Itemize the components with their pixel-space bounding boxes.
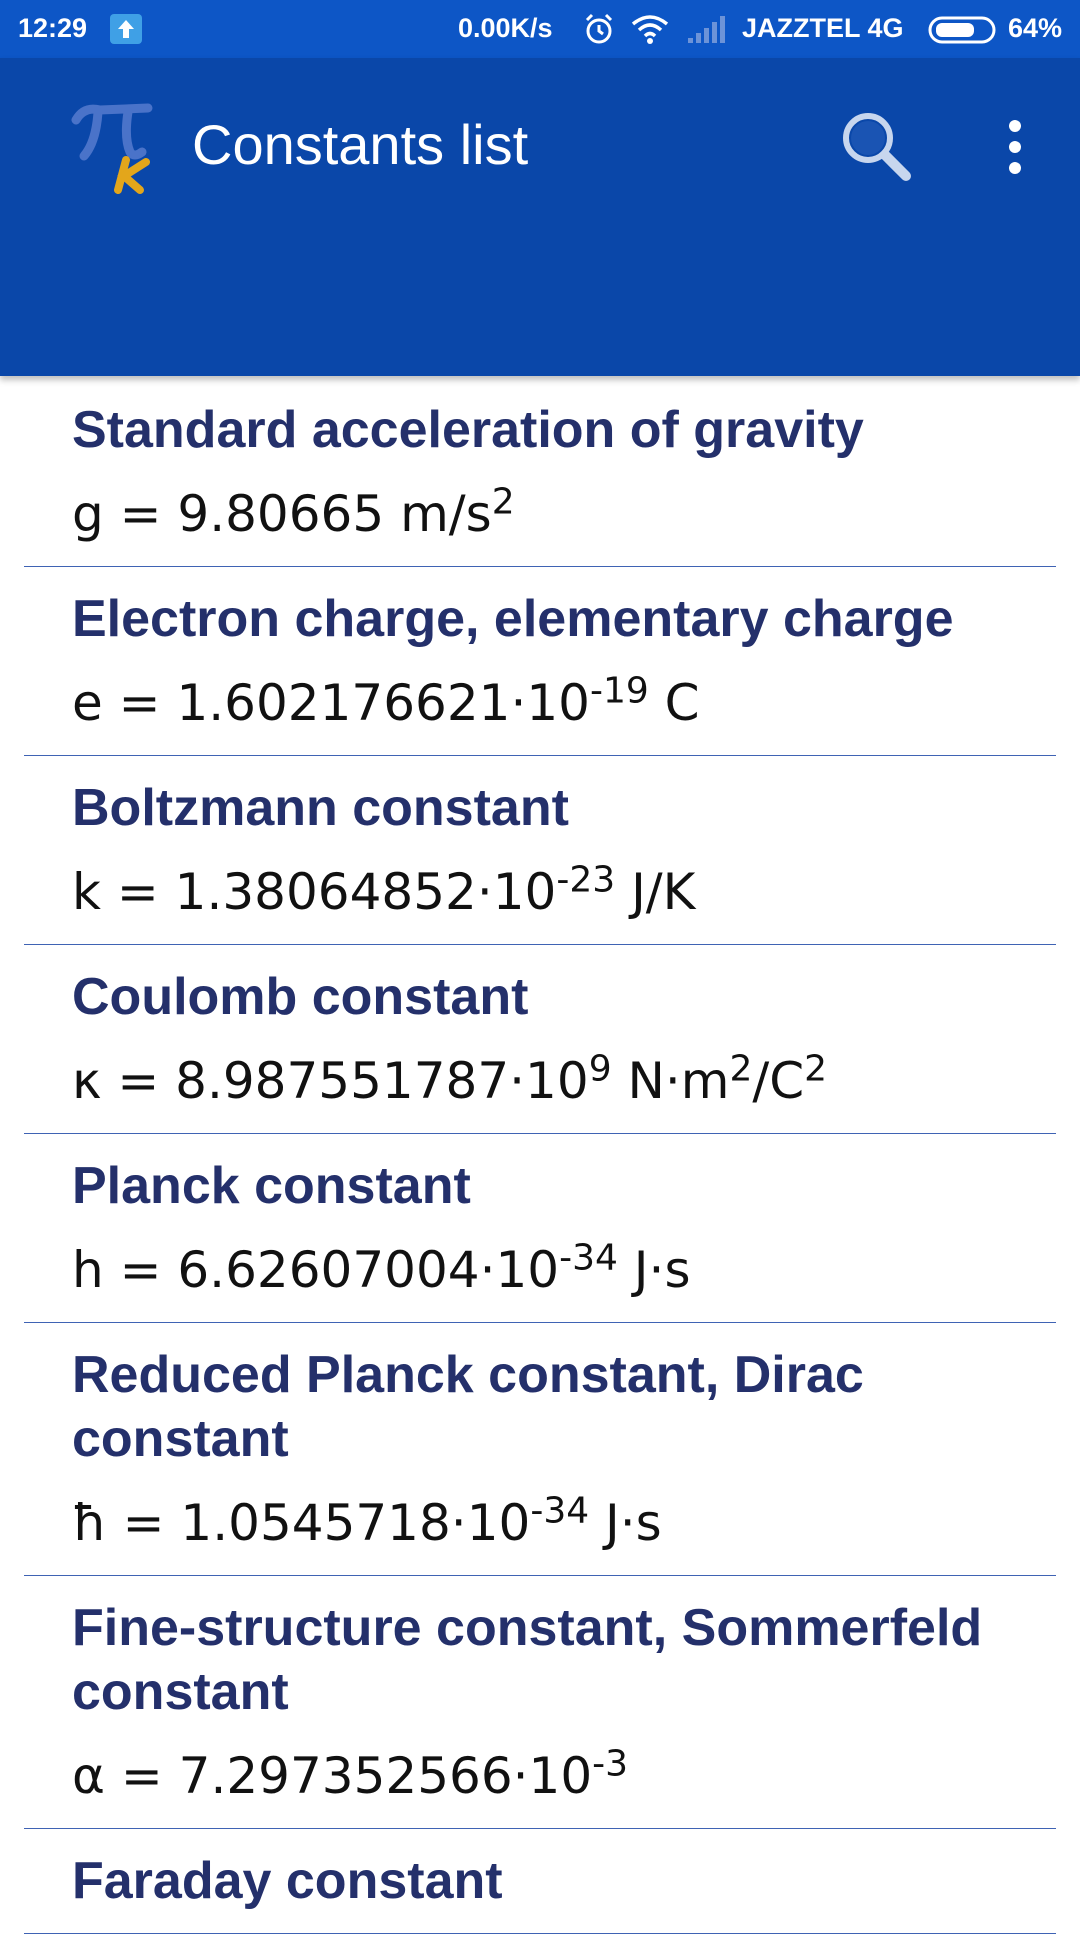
constant-value: h = 6.62607004·10-34 J·s (72, 1237, 691, 1299)
constant-value: g = 9.80665 m/s2 (72, 481, 515, 543)
app-bar: Constants list (0, 58, 1080, 376)
list-item[interactable]: Standard acceleration of gravity g = 9.8… (24, 378, 1056, 567)
list-item[interactable]: Reduced Planck constant, Dirac constant … (24, 1323, 1056, 1576)
constant-value: ħ = 1.0545718·10-34 J·s (72, 1490, 662, 1552)
constant-name: Fine-structure constant, Sommerfeld cons… (72, 1599, 983, 1721)
wifi-icon (630, 12, 670, 46)
list-item[interactable]: Faraday constant (24, 1829, 1056, 1934)
list-item[interactable]: Fine-structure constant, Sommerfeld cons… (24, 1576, 1056, 1829)
constant-name: Coulomb constant (72, 968, 529, 1026)
carrier-name: JAZZTEL 4G (742, 13, 904, 43)
constant-value: κ = 8.987551787·109 N·m2/C2 (72, 1048, 828, 1110)
list-item[interactable]: Coulomb constant κ = 8.987551787·109 N·m… (24, 945, 1056, 1134)
constant-value: α = 7.297352566·10-3 (72, 1743, 629, 1805)
constant-value: e = 1.602176621·10-19 C (72, 670, 700, 732)
constant-name: Standard acceleration of gravity (72, 401, 864, 459)
constant-name: Faraday constant (72, 1852, 503, 1910)
network-speed: 0.00K/s (458, 13, 553, 43)
constant-name: Boltzmann constant (72, 779, 569, 837)
cell-signal-icon (686, 14, 728, 44)
status-bar: 12:29 0.00K/s JAZZTEL 4G 64% (0, 0, 1080, 58)
constant-name: Electron charge, elementary charge (72, 590, 954, 648)
constant-value: k = 1.38064852·10-23 J/K (72, 859, 696, 921)
pi-k-logo-icon (70, 94, 170, 194)
battery-icon (928, 16, 1000, 44)
constant-name: Reduced Planck constant, Dirac constant (72, 1346, 864, 1468)
constant-name: Planck constant (72, 1157, 471, 1215)
status-time: 12:29 (18, 13, 88, 43)
search-icon[interactable] (838, 108, 914, 184)
list-item[interactable]: Electron charge, elementary charge e = 1… (24, 567, 1056, 756)
battery-percent: 64% (1008, 13, 1063, 43)
more-options-icon[interactable] (990, 116, 1040, 178)
list-item[interactable]: Boltzmann constant k = 1.38064852·10-23 … (24, 756, 1056, 945)
upload-notification-icon (110, 14, 142, 44)
list-item[interactable]: Planck constant h = 6.62607004·10-34 J·s (24, 1134, 1056, 1323)
app-title: Constants list (192, 113, 529, 176)
constants-list: Standard acceleration of gravity g = 9.8… (0, 378, 1080, 1934)
alarm-icon (582, 12, 616, 46)
